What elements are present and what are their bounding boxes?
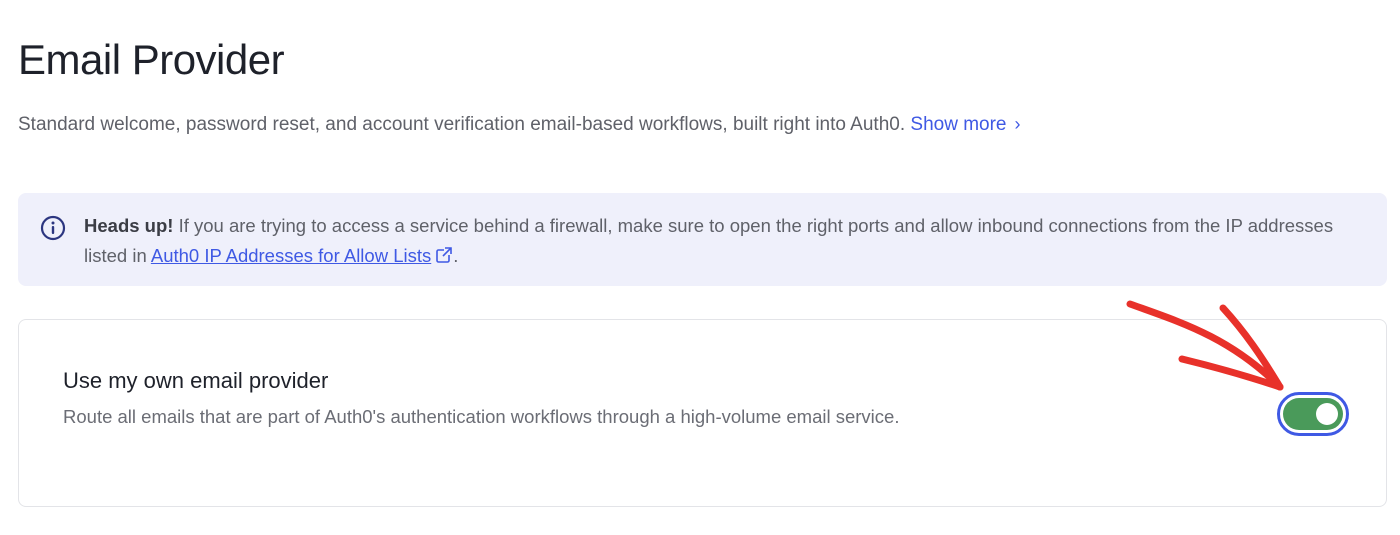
alert-message: Heads up! If you are trying to access a … xyxy=(84,211,1374,271)
toggle-knob xyxy=(1316,403,1338,425)
page-title: Email Provider xyxy=(18,36,285,83)
email-provider-page: Email Provider Standard welcome, passwor… xyxy=(0,0,1400,535)
description-text: Standard welcome, password reset, and ac… xyxy=(18,114,906,135)
email-provider-toggle[interactable] xyxy=(1277,392,1349,436)
toggle-track xyxy=(1283,398,1343,430)
show-more-label: Show more xyxy=(910,114,1007,135)
ip-allow-list-link[interactable]: Auth0 IP Addresses for Allow Lists xyxy=(151,245,431,266)
alert-suffix: . xyxy=(453,245,459,266)
info-icon xyxy=(40,215,66,241)
custom-email-provider-card: Use my own email provider Route all emai… xyxy=(18,319,1387,507)
chevron-right-icon: › xyxy=(1014,114,1021,134)
setting-title: Use my own email provider xyxy=(63,368,329,393)
show-more-link[interactable]: Show more › xyxy=(910,114,1020,135)
alert-heading: Heads up! xyxy=(84,215,174,236)
firewall-alert: Heads up! If you are trying to access a … xyxy=(18,193,1387,286)
external-link-icon[interactable] xyxy=(435,246,454,264)
page-description: Standard welcome, password reset, and ac… xyxy=(18,111,1021,138)
setting-description: Route all emails that are part of Auth0'… xyxy=(63,406,900,427)
